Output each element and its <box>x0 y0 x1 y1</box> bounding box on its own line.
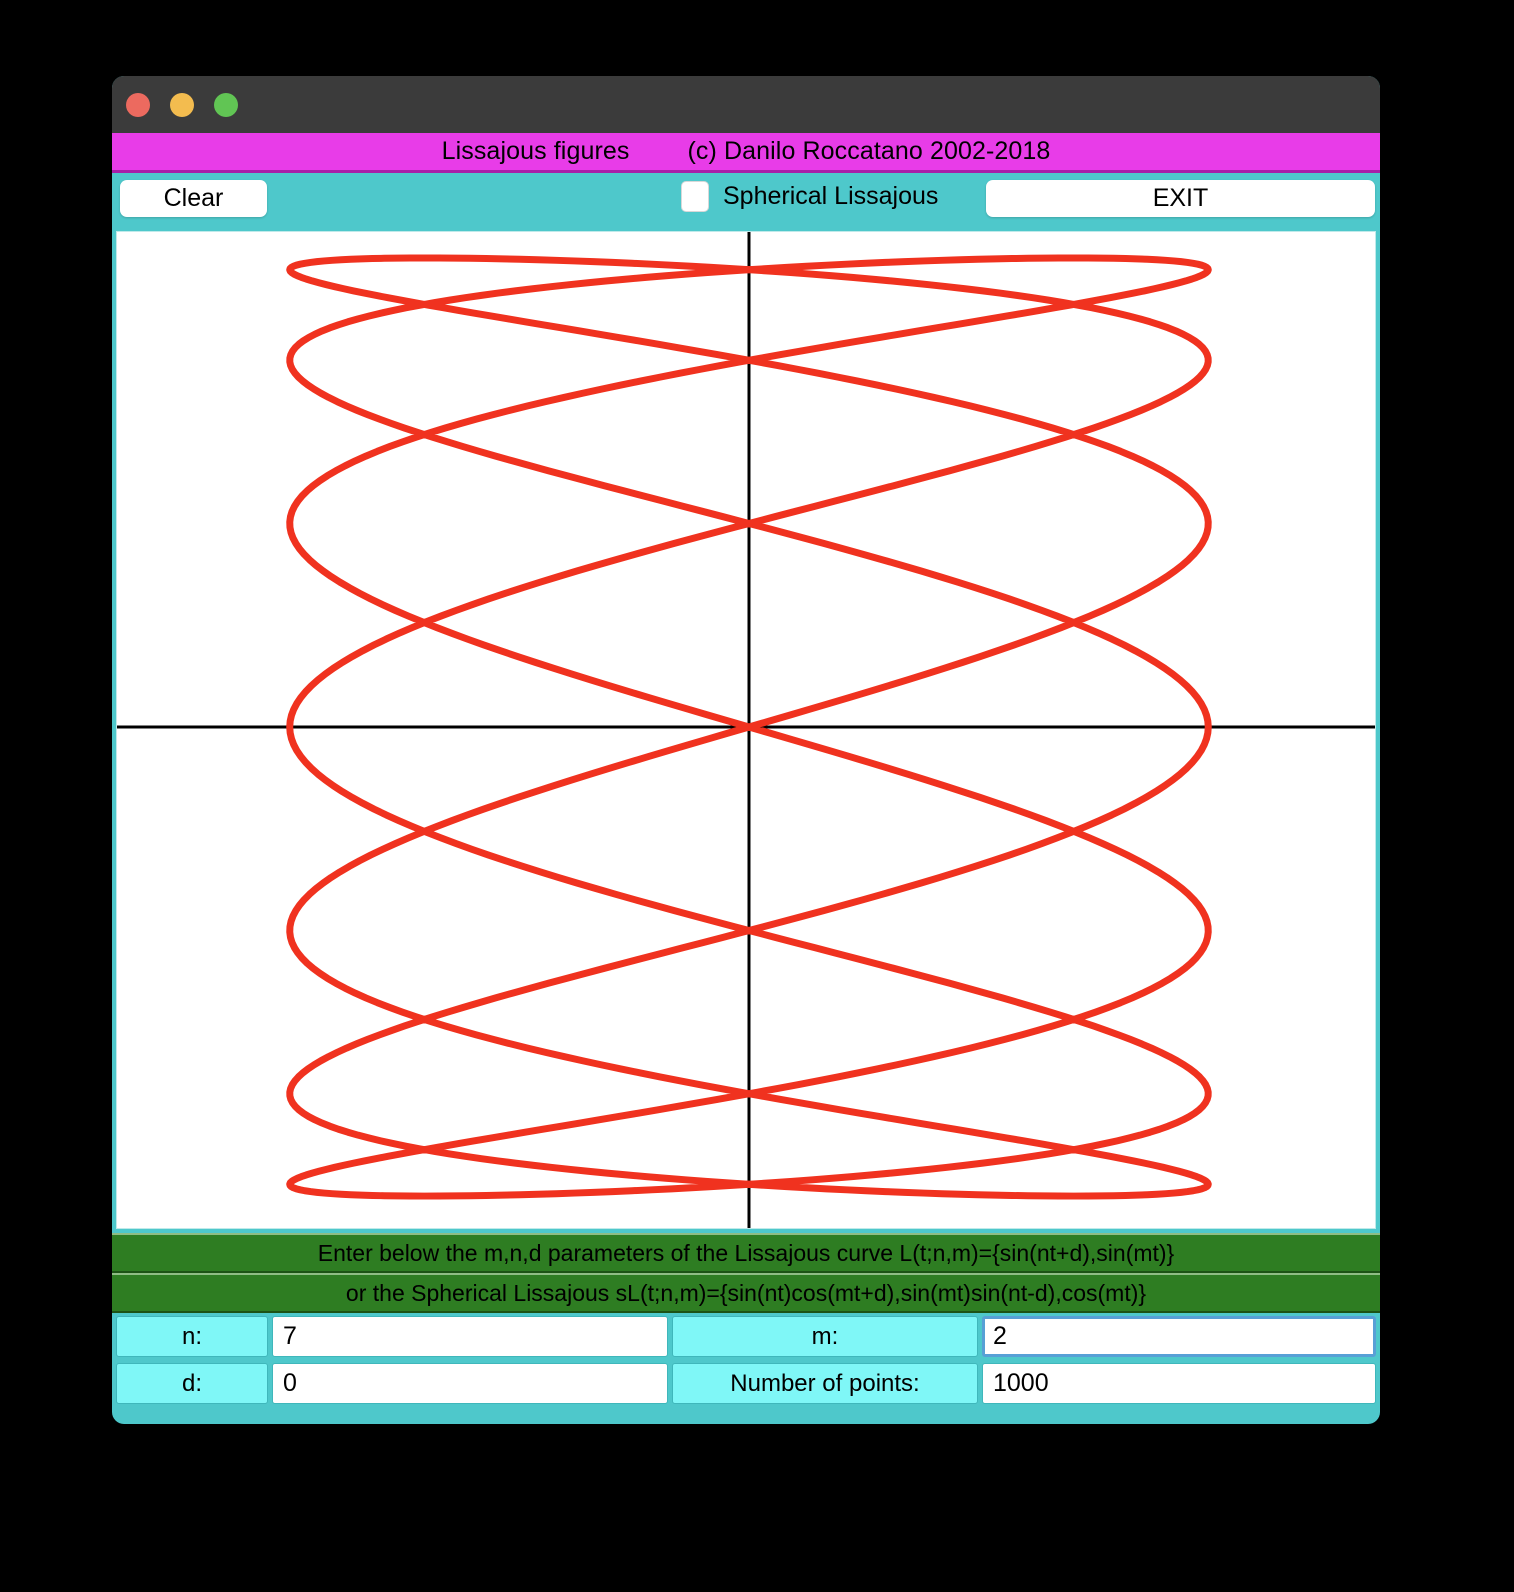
instruction-line-1: Enter below the m,n,d parameters of the … <box>112 1233 1380 1273</box>
minimize-button[interactable] <box>170 92 194 117</box>
input-n[interactable]: 7 <box>272 1316 668 1357</box>
label-m: m: <box>672 1316 978 1357</box>
spherical-lissajous-checkbox-group[interactable]: Spherical Lissajous <box>681 181 938 212</box>
app-header-banner: Lissajous figures (c) Danilo Roccatano 2… <box>112 133 1380 173</box>
copyright-text: (c) Danilo Roccatano 2002-2018 <box>687 137 1051 165</box>
parameter-panel: n: 7 m: 2 d: 0 Number of points: 1000 <box>112 1313 1380 1407</box>
parameter-row-1: n: 7 m: 2 <box>112 1313 1380 1360</box>
clear-button[interactable]: Clear <box>120 180 267 217</box>
window-titlebar[interactable] <box>112 76 1380 133</box>
app-window: Lissajous figures (c) Danilo Roccatano 2… <box>112 76 1380 1424</box>
input-number-of-points[interactable]: 1000 <box>982 1363 1376 1404</box>
close-button[interactable] <box>126 92 150 117</box>
instructions-banners: Enter below the m,n,d parameters of the … <box>112 1233 1380 1313</box>
label-n: n: <box>116 1316 268 1357</box>
window-controls <box>126 92 238 117</box>
lissajous-plot-area[interactable] <box>116 231 1376 1229</box>
page-title: Lissajous figures <box>441 137 630 165</box>
input-d[interactable]: 0 <box>272 1363 668 1404</box>
lissajous-plot-svg <box>117 232 1375 1228</box>
exit-button[interactable]: EXIT <box>986 180 1375 217</box>
spherical-lissajous-checkbox[interactable] <box>681 181 709 212</box>
spherical-lissajous-label: Spherical Lissajous <box>723 182 939 210</box>
maximize-button[interactable] <box>214 92 238 117</box>
input-m[interactable]: 2 <box>982 1316 1376 1357</box>
parameter-row-2: d: 0 Number of points: 1000 <box>112 1360 1380 1407</box>
toolbar: Clear Spherical Lissajous EXIT <box>112 173 1380 224</box>
label-number-of-points: Number of points: <box>672 1363 978 1404</box>
label-d: d: <box>116 1363 268 1404</box>
screen: Lissajous figures (c) Danilo Roccatano 2… <box>0 0 1514 1592</box>
instruction-line-2: or the Spherical Lissajous sL(t;n,m)={si… <box>112 1273 1380 1313</box>
